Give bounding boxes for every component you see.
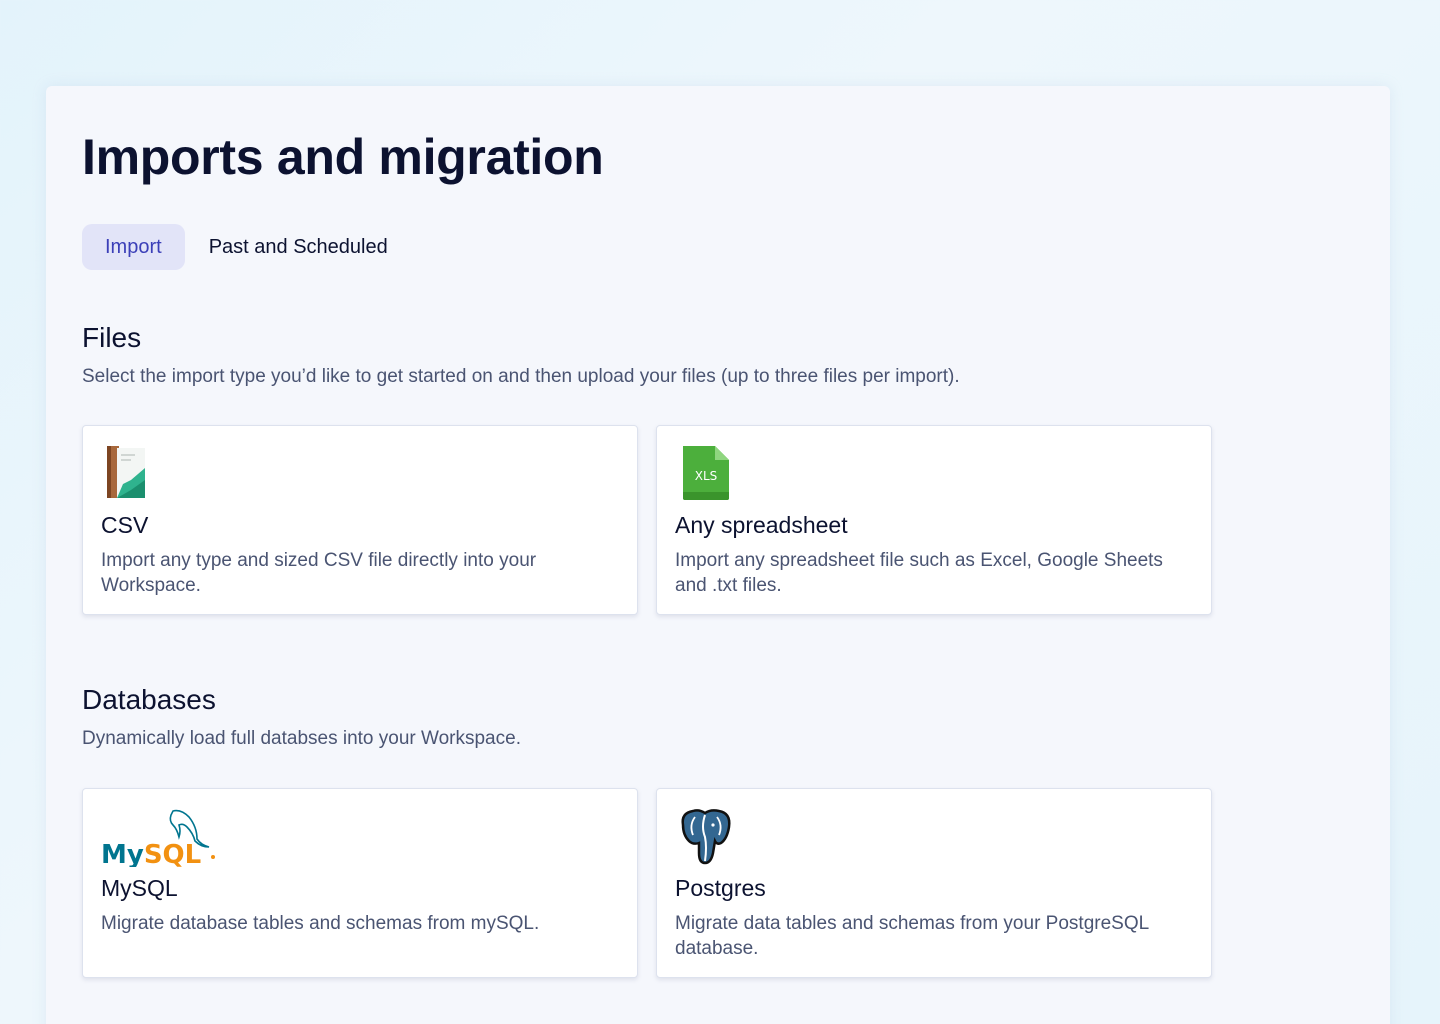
csv-import-card[interactable]: CSV Import any type and sized CSV file d… [82, 425, 638, 615]
tab-bar: Import Past and Scheduled [82, 224, 411, 270]
databases-section-title: Databases [82, 684, 216, 715]
postgres-import-card[interactable]: Postgres Migrate data tables and schemas… [656, 788, 1212, 978]
postgres-card-description: Migrate data tables and schemas from you… [675, 913, 1149, 959]
postgres-card-title: Postgres [675, 875, 766, 901]
csv-card-title: CSV [101, 512, 149, 538]
svg-text:MySQL: MySQL [101, 840, 201, 867]
mysql-card-description: Migrate database tables and schemas from… [101, 913, 540, 934]
postgres-elephant-icon [675, 807, 735, 867]
tab-import[interactable]: Import [82, 224, 185, 270]
imports-panel: Imports and migration Import Past and Sc… [46, 86, 1390, 1024]
xls-file-icon: XLS [675, 444, 735, 504]
xls-icon-label: XLS [695, 469, 718, 483]
tab-past-and-scheduled[interactable]: Past and Scheduled [185, 224, 411, 270]
mysql-import-card[interactable]: MySQL MySQL Migrate database tables and … [82, 788, 638, 978]
csv-card-description: Import any type and sized CSV file direc… [101, 550, 537, 596]
spreadsheet-card-title: Any spreadsheet [675, 512, 848, 538]
files-section-title: Files [82, 322, 142, 353]
page-title: Imports and migration [82, 129, 604, 185]
files-section-description: Select the import type you’d like to get… [82, 366, 960, 387]
mysql-card-title: MySQL [101, 875, 178, 901]
mysql-logo-icon: MySQL [101, 807, 221, 870]
databases-section-description: Dynamically load full databses into your… [82, 728, 521, 749]
spreadsheet-import-card[interactable]: XLS Any spreadsheet Import any spreadshe… [656, 425, 1212, 615]
csv-file-icon [101, 444, 161, 504]
spreadsheet-card-description: Import any spreadsheet file such as Exce… [675, 550, 1163, 596]
